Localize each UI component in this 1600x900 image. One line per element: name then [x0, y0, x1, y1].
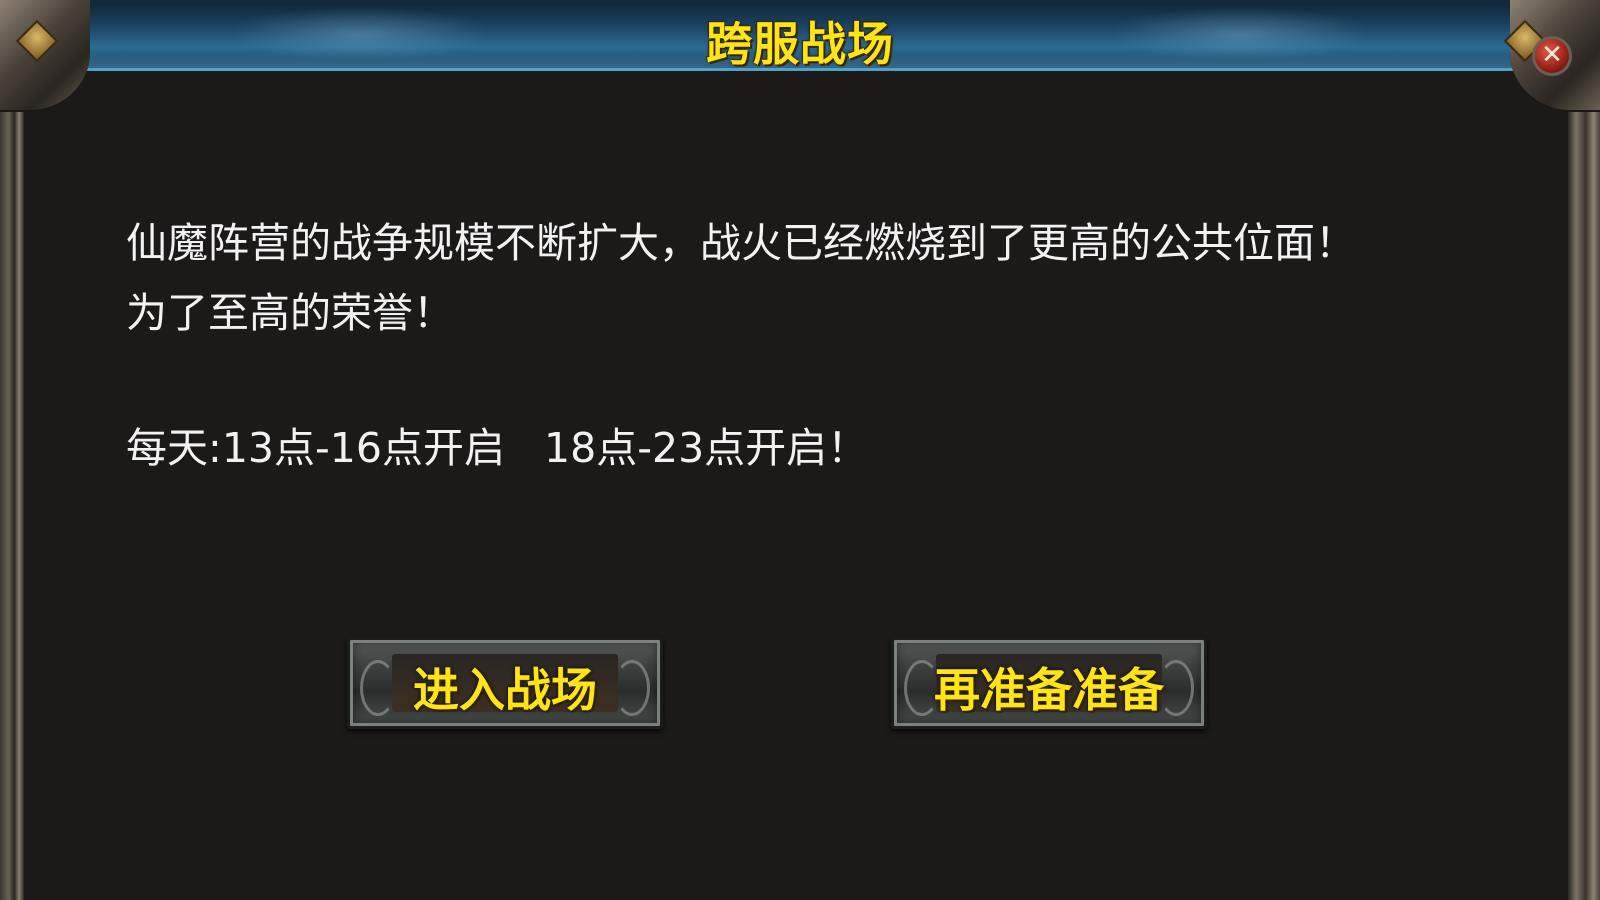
description-text: 仙魔阵营的战争规模不断扩大，战火已经燃烧到了更高的公共位面！ 为了至高的荣誉！ — [126, 208, 1546, 348]
prepare-more-button[interactable]: 再准备准备 — [891, 637, 1207, 729]
close-icon: ✕ — [1541, 40, 1563, 70]
frame-right-border — [1568, 0, 1600, 900]
schedule-text: 每天:13点-16点开启 18点-23点开启！ — [126, 424, 869, 472]
enter-battlefield-button[interactable]: 进入战场 — [347, 637, 663, 729]
description-line-1: 仙魔阵营的战争规模不断扩大，战火已经燃烧到了更高的公共位面！ — [126, 219, 1356, 267]
close-button[interactable]: ✕ — [1532, 36, 1572, 76]
description-line-2: 为了至高的荣誉！ — [126, 289, 454, 337]
prepare-more-label: 再准备准备 — [934, 663, 1164, 717]
enter-battlefield-label: 进入战场 — [413, 663, 597, 717]
frame-left-border — [0, 0, 24, 900]
dialog-title: 跨服战场 — [706, 17, 894, 71]
dialog-body — [24, 71, 1568, 900]
battlefield-dialog: 跨服战场 ✕ 仙魔阵营的战争规模不断扩大，战火已经燃烧到了更高的公共位面！ 为了… — [0, 0, 1600, 900]
